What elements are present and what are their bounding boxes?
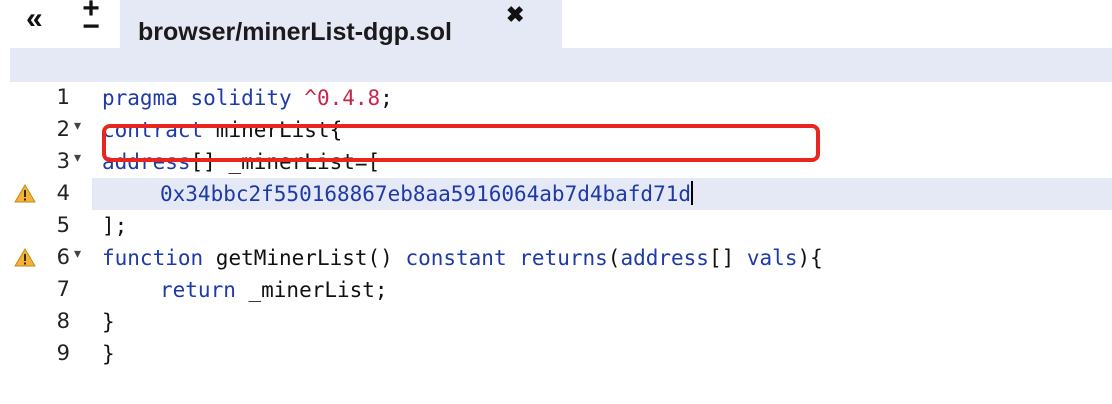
fold-arrow-icon[interactable]: ▾ xyxy=(74,118,81,134)
code-text: ( xyxy=(607,246,621,270)
line-number: 2 xyxy=(56,117,70,141)
code-text: ]; xyxy=(102,214,128,238)
keyword: constant xyxy=(405,246,507,270)
code-line-4: 0x34bbc2f550168867eb8aa5916064ab7d4bafd7… xyxy=(160,178,694,210)
gutter-row: 5 xyxy=(10,210,92,242)
code-line-8: } xyxy=(102,306,115,338)
line-number: 9 xyxy=(56,341,70,365)
annotation-highlight-box xyxy=(102,124,820,162)
fold-arrow-icon[interactable]: ▾ xyxy=(74,246,81,262)
warning-icon[interactable] xyxy=(14,184,36,203)
gutter-row: 4 xyxy=(10,178,92,210)
font-size-buttons: + − xyxy=(80,0,102,42)
code-text: ){ xyxy=(797,246,823,270)
tab-bar: « + − browser/minerList-dgp.sol ✖ xyxy=(0,0,1112,48)
fold-arrow-icon[interactable]: ▾ xyxy=(74,150,81,166)
line-number: 6 xyxy=(56,245,70,269)
code-editor[interactable]: 1 2 ▾ 3 ▾ 4 5 6 ▾ 7 8 9 pragma solidity ^0.4.8; con… xyxy=(10,48,1112,404)
code-text: ; xyxy=(380,86,393,110)
gutter-row: 3 ▾ xyxy=(10,146,92,178)
warning-icon[interactable] xyxy=(14,248,36,267)
code-text: } xyxy=(102,310,115,334)
text-cursor xyxy=(691,181,694,205)
gutter-row: 7 xyxy=(10,274,92,306)
keyword: address xyxy=(620,246,709,270)
version-literal: ^0.4.8 xyxy=(304,86,381,110)
code-line-1: pragma solidity ^0.4.8; xyxy=(102,82,393,114)
line-number: 1 xyxy=(56,85,70,109)
line-number: 8 xyxy=(56,309,70,333)
tab-title: browser/minerList-dgp.sol xyxy=(138,18,452,46)
code-text: _minerList; xyxy=(235,278,388,302)
code-line-9: } xyxy=(102,338,115,370)
close-icon[interactable]: ✖ xyxy=(506,4,524,26)
zoom-out-icon[interactable]: − xyxy=(80,12,102,42)
line-gutter: 1 2 ▾ 3 ▾ 4 5 6 ▾ 7 8 9 xyxy=(10,82,92,404)
line-number: 4 xyxy=(56,181,70,205)
keyword: return xyxy=(160,278,236,302)
gutter-row: 6 ▾ xyxy=(10,242,92,274)
code-text: getMinerList() xyxy=(203,246,406,270)
keyword: function xyxy=(102,246,204,270)
collapse-panel-button[interactable]: « xyxy=(26,4,43,34)
gutter-row: 9 xyxy=(10,338,92,370)
line-number: 3 xyxy=(56,149,70,173)
identifier: vals xyxy=(746,246,798,270)
gutter-row: 8 xyxy=(10,306,92,338)
line-number: 5 xyxy=(56,213,70,237)
gutter-row: 1 xyxy=(10,82,92,114)
code-text: [] xyxy=(708,246,747,270)
tab-file[interactable]: browser/minerList-dgp.sol ✖ xyxy=(120,0,562,48)
code-line-5: ]; xyxy=(102,210,127,242)
gutter-row: 2 ▾ xyxy=(10,114,92,146)
address-literal: 0x34bbc2f550168867eb8aa5916064ab7d4bafd7… xyxy=(160,182,692,206)
code-text: } xyxy=(102,342,115,366)
line-number: 7 xyxy=(56,277,70,301)
keyword: pragma solidity xyxy=(102,86,305,110)
code-line-7: return _minerList; xyxy=(160,274,388,306)
code-line-6: function getMinerList() constant returns… xyxy=(102,242,823,274)
keyword: returns xyxy=(519,246,608,270)
editor-top-strip xyxy=(10,48,1112,82)
